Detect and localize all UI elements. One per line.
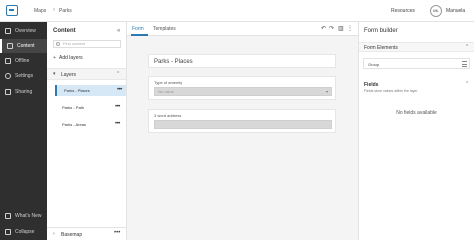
chevron-right-icon: › — [53, 231, 55, 237]
form-field-address[interactable]: 3 word address — [148, 109, 336, 133]
layers-section-header[interactable]: ▾ Layers ⌃ — [47, 68, 126, 80]
form-builder-panel: Form builder Form Elements ⌃ Group Field… — [358, 22, 474, 240]
nav-item-label: Sharing — [15, 89, 33, 95]
basemap-section[interactable]: › Basemap ••• — [47, 227, 126, 240]
breadcrumb-separator: › — [53, 7, 55, 13]
layer-item-parks-areas[interactable]: Parks - Areas ••• — [55, 119, 126, 130]
field-label: Type of amenity — [154, 80, 183, 85]
form-builder-title: Form builder — [364, 28, 398, 34]
form-header-card[interactable]: Parks - Places — [148, 54, 336, 68]
nav-item-label: Offline — [15, 58, 30, 64]
more-options-icon[interactable]: ••• — [115, 119, 120, 130]
more-options-icon[interactable]: ••• — [115, 102, 120, 113]
content-panel: Content « Find content + Add layers ▾ La… — [47, 22, 127, 240]
address-input[interactable] — [154, 120, 332, 129]
share-icon — [5, 89, 11, 95]
nav-item-sharing[interactable]: Sharing — [0, 85, 47, 99]
breadcrumb-maps[interactable]: Maps — [34, 8, 46, 14]
layers-icon — [7, 43, 13, 49]
layers-label: Layers — [61, 72, 77, 78]
form-elements-label: Form Elements — [364, 45, 398, 51]
chevron-up-icon[interactable]: ⌃ — [465, 81, 469, 87]
chevron-down-icon: ▾ — [53, 71, 56, 77]
field-label: 3 word address — [154, 113, 182, 118]
active-tab-indicator — [131, 34, 148, 36]
form-elements-header[interactable]: Form Elements ⌃ — [359, 42, 474, 52]
fields-title: Fields — [364, 82, 379, 88]
nav-item-label: Overview — [15, 28, 36, 34]
avatar[interactable]: ML — [430, 5, 442, 17]
nav-item-offline[interactable]: Offline — [0, 54, 47, 68]
group-label: Group — [368, 62, 380, 67]
content-title: Content — [53, 28, 76, 34]
collapse-button[interactable]: Collapse — [0, 225, 47, 239]
whats-new-label: What's New — [15, 213, 42, 219]
form-title: Parks - Places — [154, 59, 193, 65]
layer-item-parks-places[interactable]: Parks - Places ••• — [55, 85, 126, 96]
top-bar: Maps › Parks Resources ML Manuela — [0, 0, 474, 22]
layer-name: Parks - Areas — [62, 122, 87, 127]
more-options-icon[interactable]: ••• — [117, 85, 122, 96]
select-placeholder: No value — [158, 89, 174, 94]
collapse-panel-icon[interactable]: « — [117, 28, 120, 34]
more-options-icon[interactable]: ••• — [114, 230, 120, 236]
fields-subtitle: Fields store values within the layer — [364, 89, 418, 93]
undo-icon[interactable]: ↶ — [321, 25, 326, 32]
collapse-label: Collapse — [15, 229, 35, 235]
layer-item-parks-path[interactable]: Parks - Path ••• — [55, 102, 126, 113]
nav-item-content[interactable]: Content — [0, 39, 47, 53]
group-element[interactable]: Group — [363, 58, 470, 69]
nav-item-overview[interactable]: Overview — [0, 24, 47, 38]
breadcrumb-parks[interactable]: Parks — [59, 8, 72, 14]
no-fields-message: No fields available — [396, 110, 437, 116]
search-placeholder: Find content — [63, 41, 86, 46]
collapse-icon — [5, 229, 11, 235]
basemap-label: Basemap — [61, 232, 83, 238]
gift-icon — [5, 213, 11, 219]
grid-icon — [5, 28, 11, 34]
app-logo-icon[interactable] — [6, 5, 18, 16]
add-layers-button[interactable]: + Add layers — [53, 55, 83, 61]
tab-templates[interactable]: Templates — [153, 26, 176, 32]
chevron-up-icon: ⌃ — [465, 44, 470, 50]
chevron-down-icon: ▾ — [325, 89, 328, 94]
user-name[interactable]: Manuela — [446, 8, 465, 14]
nav-item-settings[interactable]: Settings — [0, 69, 47, 83]
tab-form[interactable]: Form — [132, 26, 144, 32]
layer-name: Parks - Path — [62, 105, 85, 110]
drag-handle-icon[interactable] — [462, 61, 467, 67]
form-editor: Form Templates ↶ ↷ ▥ ⋮ Parks - Places Ty… — [127, 22, 358, 240]
left-navigation: Overview Content Offline Settings Sharin… — [0, 22, 47, 240]
amenity-select[interactable]: No value ▾ — [154, 87, 332, 96]
device-icon — [5, 58, 11, 64]
gear-icon — [5, 73, 11, 79]
editor-tabs: Form Templates ↶ ↷ ▥ ⋮ — [127, 22, 358, 36]
form-field-amenity[interactable]: Type of amenity No value ▾ — [148, 76, 336, 100]
whats-new-button[interactable]: What's New — [0, 209, 47, 223]
search-icon — [56, 42, 60, 46]
layer-name: Parks - Places — [64, 88, 90, 93]
chevron-up-icon[interactable]: ⌃ — [116, 71, 120, 77]
resources-link[interactable]: Resources — [391, 8, 415, 14]
more-options-icon[interactable]: ⋮ — [347, 25, 353, 32]
add-layers-label: Add layers — [59, 55, 83, 61]
delete-icon[interactable]: ▥ — [338, 25, 344, 32]
search-input[interactable]: Find content — [53, 40, 121, 48]
nav-item-label: Settings — [15, 73, 34, 79]
redo-icon[interactable]: ↷ — [329, 25, 334, 32]
nav-item-label: Content — [17, 43, 35, 49]
